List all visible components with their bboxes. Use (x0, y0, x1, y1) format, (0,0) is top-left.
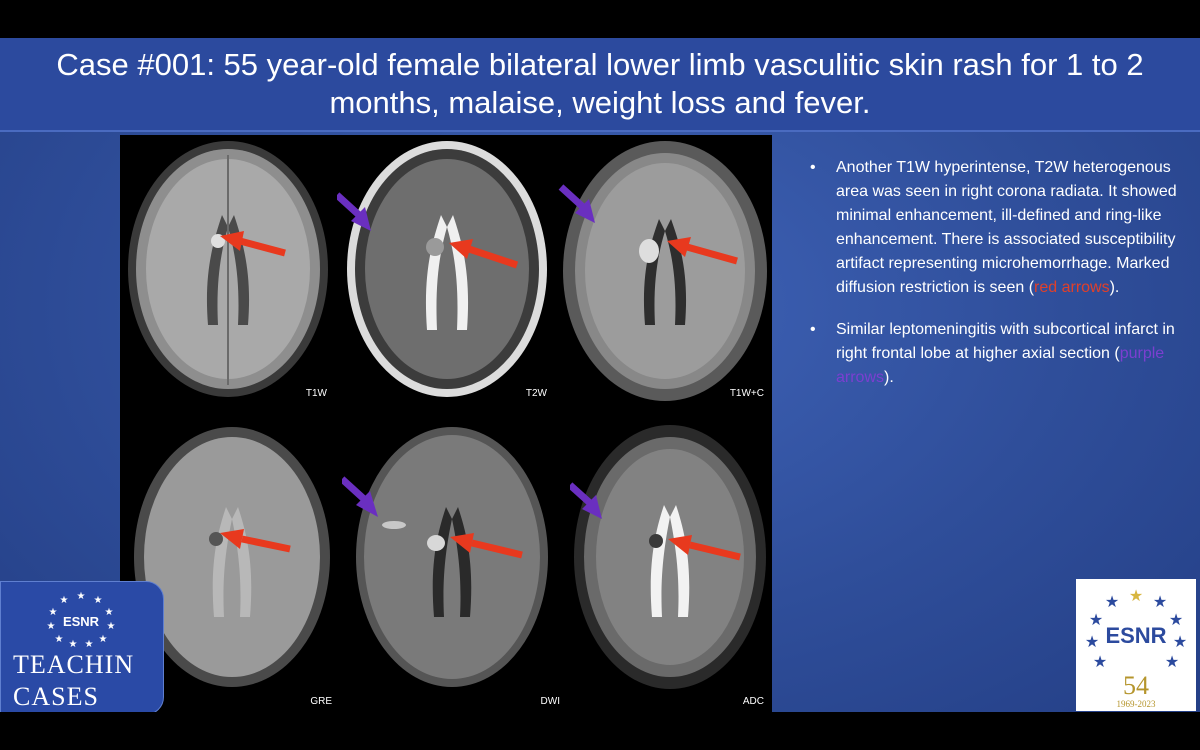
adc-brain-image (570, 425, 766, 689)
scan-adc: ADC (570, 407, 772, 712)
anniversary-number: 54 (1123, 671, 1149, 700)
svg-text:★: ★ (105, 607, 114, 618)
svg-text:★: ★ (55, 634, 64, 645)
svg-text:ESNR: ESNR (1105, 623, 1166, 648)
scan-label-t2w: T2W (525, 388, 547, 399)
cases-label: CASES (13, 682, 99, 711)
purple-arrow (337, 192, 362, 218)
scan-label-gre: GRE (310, 696, 332, 707)
anniversary-years: 1969-2023 (1116, 699, 1156, 709)
svg-text:★: ★ (77, 591, 86, 602)
svg-text:ESNR: ESNR (63, 614, 100, 629)
dwi-brain-image (342, 427, 548, 687)
t1w-brain-image (128, 141, 328, 397)
scan-t1w-contrast: T1W+C (557, 135, 772, 405)
svg-text:★: ★ (1105, 594, 1119, 611)
svg-text:★: ★ (94, 595, 103, 606)
finding-item: Similar leptomeningitis with subcortical… (810, 318, 1180, 390)
scan-label-t1w-contrast: T1W+C (729, 388, 764, 399)
esnr-stars-icon: ★ ★ ★ ★ ★ ★ ★ ★ ★ ESNR (1085, 588, 1187, 671)
purple-arrow (342, 476, 367, 502)
svg-text:★: ★ (99, 634, 108, 645)
svg-text:★: ★ (1165, 654, 1179, 671)
mri-panel-grid: T1W T2W T1W+C GRE DWI ADC (120, 135, 772, 712)
title-bar: Case #001: 55 year-old female bilateral … (0, 38, 1200, 132)
svg-text:★: ★ (49, 607, 58, 618)
red-arrows-highlight: red arrows (1034, 279, 1110, 296)
svg-text:★: ★ (85, 639, 94, 648)
scan-label-t1w: T1W (305, 388, 327, 399)
svg-text:★: ★ (69, 639, 78, 648)
finding-item: Another T1W hyperintense, T2W heterogeno… (810, 156, 1180, 300)
svg-text:★: ★ (1129, 588, 1143, 605)
slide: Case #001: 55 year-old female bilateral … (0, 38, 1200, 712)
t1w-contrast-brain-image (558, 141, 767, 401)
scan-dwi: DWI (342, 407, 568, 712)
teaching-cases-logo: ★ ★ ★ ★ ★ ★ ★ ★ ★ ★ ★ ESNR TEACHIN CASES (0, 581, 164, 712)
svg-text:★: ★ (1085, 634, 1099, 651)
purple-arrow (558, 184, 586, 210)
svg-text:★: ★ (47, 621, 56, 632)
svg-text:★: ★ (1153, 594, 1167, 611)
findings-list: Another T1W hyperintense, T2W heterogeno… (810, 156, 1180, 408)
slide-title: Case #001: 55 year-old female bilateral … (56, 47, 1144, 120)
svg-text:★: ★ (1089, 612, 1103, 629)
scan-t1w: T1W (120, 135, 335, 405)
esnr-star-ring-icon: ★ ★ ★ ★ ★ ★ ★ ★ ★ ★ ★ ESNR (47, 591, 116, 648)
esnr-anniversary-logo: ★ ★ ★ ★ ★ ★ ★ ★ ★ ESNR 54 1969-2023 (1076, 579, 1196, 711)
teaching-label: TEACHIN (13, 650, 135, 679)
t2w-brain-image (337, 141, 547, 397)
svg-text:★: ★ (1173, 634, 1187, 651)
scan-label-dwi: DWI (540, 696, 560, 707)
svg-text:★: ★ (60, 595, 69, 606)
svg-text:★: ★ (107, 621, 116, 632)
svg-text:★: ★ (1169, 612, 1183, 629)
svg-text:★: ★ (1093, 654, 1107, 671)
scan-label-adc: ADC (742, 696, 764, 707)
scan-t2w: T2W (337, 135, 555, 405)
